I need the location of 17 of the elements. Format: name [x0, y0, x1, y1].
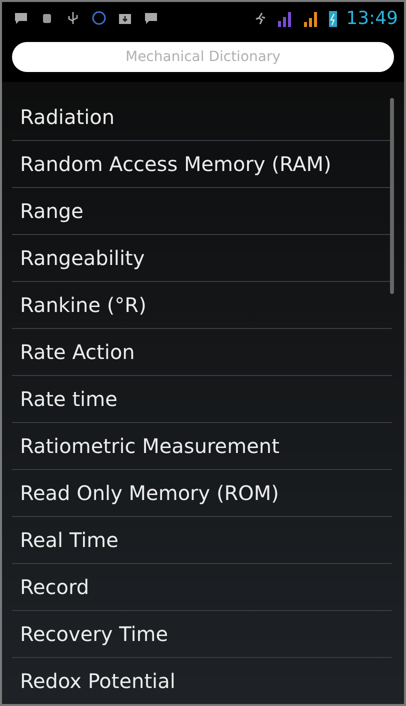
term-item[interactable]: Real Time [12, 517, 392, 564]
circle-icon [92, 11, 106, 25]
term-item[interactable]: Record [12, 564, 392, 611]
download-icon [118, 11, 132, 25]
term-item[interactable]: Ratiometric Measurement [12, 423, 392, 470]
search-field[interactable]: Mechanical Dictionary [12, 42, 394, 72]
term-item[interactable]: Rate time [12, 376, 392, 423]
usb-icon [66, 11, 80, 25]
battery-icon [328, 9, 338, 27]
term-item[interactable]: Read Only Memory (ROM) [12, 470, 392, 517]
term-item[interactable]: Rankine (°R) [12, 282, 392, 329]
chat-icon [14, 11, 28, 25]
term-item[interactable]: Redox Potential [12, 658, 392, 704]
term-item[interactable]: Rate Action [12, 329, 392, 376]
chat-icon [144, 11, 158, 25]
term-item[interactable]: Recovery Time [12, 611, 392, 658]
clock-time: 13:49 [346, 8, 398, 28]
